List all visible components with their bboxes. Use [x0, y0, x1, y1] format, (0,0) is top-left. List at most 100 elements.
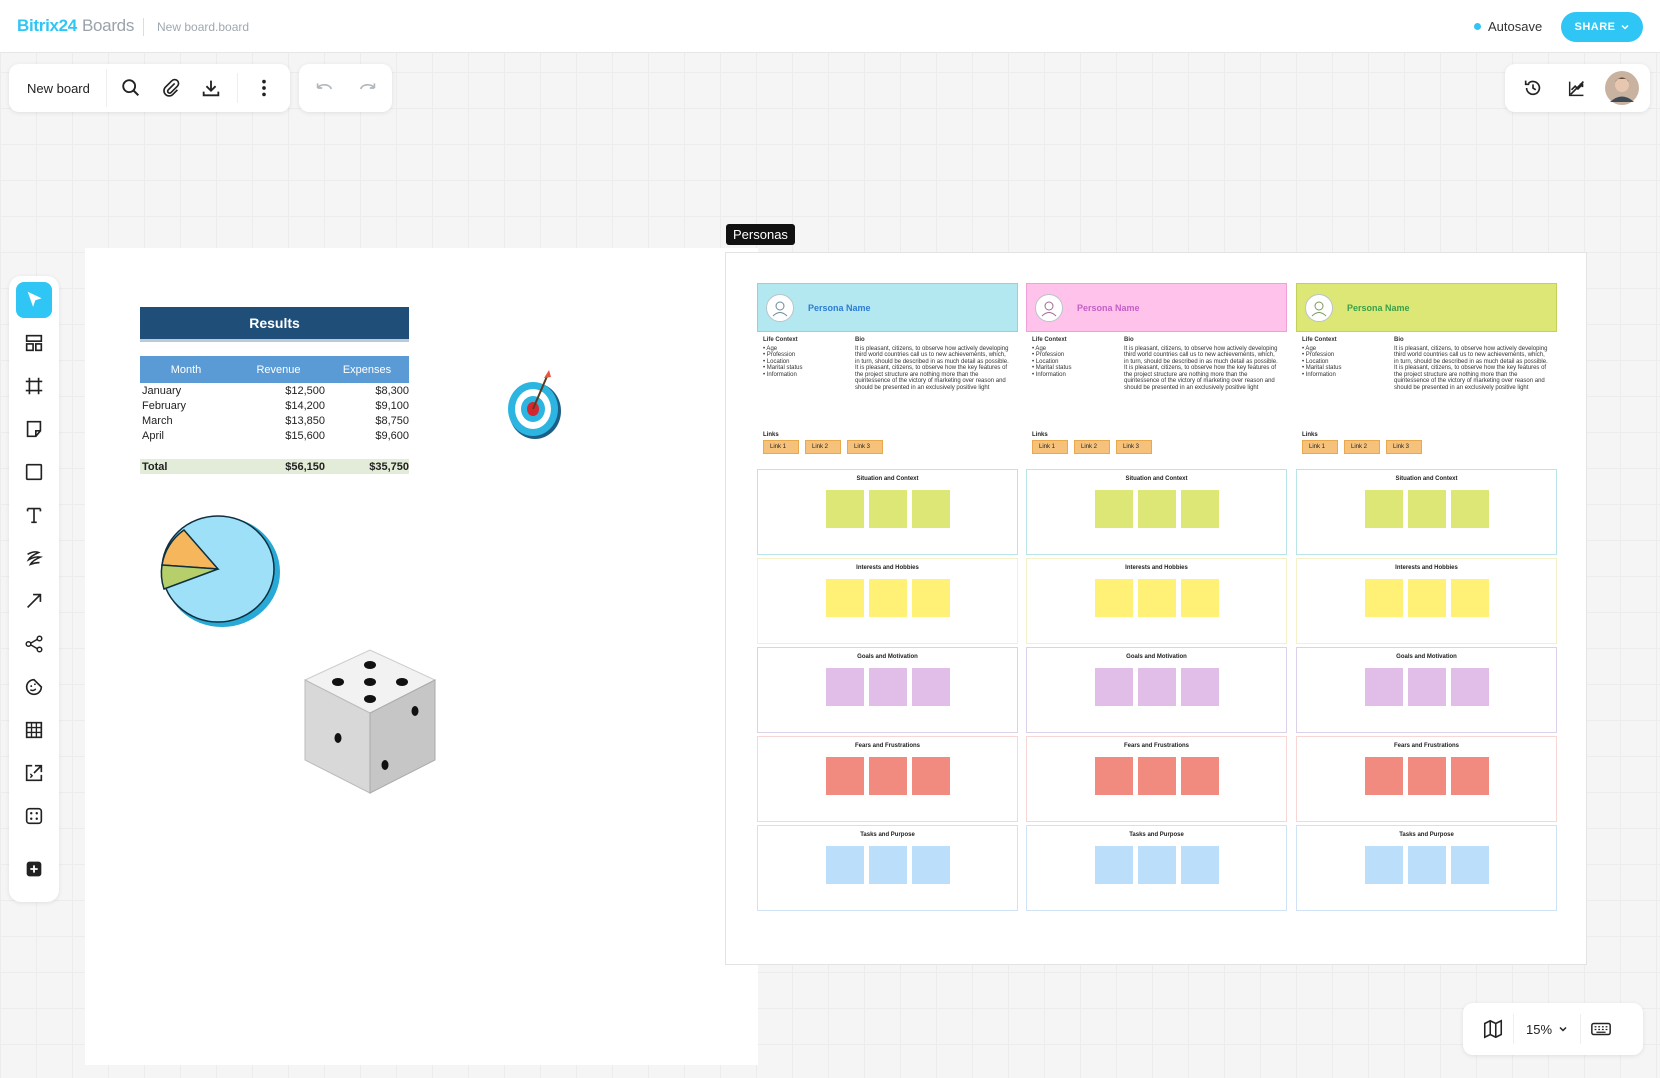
sticky-note[interactable] — [826, 757, 864, 795]
section-fears[interactable]: Fears and Frustrations — [1026, 736, 1287, 822]
section-situation[interactable]: Situation and Context — [1296, 469, 1557, 555]
redo-button[interactable] — [348, 68, 388, 108]
sticky-note[interactable] — [869, 668, 907, 706]
frame-label[interactable]: Personas — [726, 224, 795, 245]
section-goals[interactable]: Goals and Motivation — [757, 647, 1018, 733]
sticky-note[interactable] — [1451, 757, 1489, 795]
section-interests[interactable]: Interests and Hobbies — [757, 558, 1018, 644]
sticky-note[interactable] — [1138, 579, 1176, 617]
section-interests[interactable]: Interests and Hobbies — [1026, 558, 1287, 644]
sticky-note[interactable] — [826, 846, 864, 884]
sticky-note[interactable] — [1095, 846, 1133, 884]
persona-header[interactable]: Persona Name — [1296, 283, 1557, 332]
keyboard-shortcuts-button[interactable] — [1581, 1009, 1621, 1049]
sticky-note[interactable] — [912, 490, 950, 528]
pen-tool[interactable] — [16, 540, 52, 576]
text-tool[interactable] — [16, 497, 52, 533]
sticky-note[interactable] — [1138, 757, 1176, 795]
dice-tool[interactable] — [16, 798, 52, 834]
sticky-note[interactable] — [1408, 668, 1446, 706]
section-situation[interactable]: Situation and Context — [757, 469, 1018, 555]
link-chip[interactable]: Link 1 — [1302, 440, 1338, 454]
sticky-note[interactable] — [1138, 668, 1176, 706]
sticky-note[interactable] — [1451, 668, 1489, 706]
link-chip[interactable]: Link 2 — [1074, 440, 1110, 454]
sticky-note[interactable] — [1095, 757, 1133, 795]
section-goals[interactable]: Goals and Motivation — [1296, 647, 1557, 733]
sticky-note[interactable] — [1451, 579, 1489, 617]
user-avatar[interactable] — [1602, 68, 1642, 108]
sticky-note[interactable] — [869, 579, 907, 617]
sticky-note[interactable] — [1408, 579, 1446, 617]
link-chip[interactable]: Link 2 — [1344, 440, 1380, 454]
sticky-note[interactable] — [869, 490, 907, 528]
persona-header[interactable]: Persona Name — [757, 283, 1018, 332]
sticky-note[interactable] — [1138, 846, 1176, 884]
history-button[interactable] — [1513, 68, 1553, 108]
link-chip[interactable]: Link 3 — [847, 440, 883, 454]
section-tasks[interactable]: Tasks and Purpose — [1026, 825, 1287, 911]
sticky-note[interactable] — [1181, 846, 1219, 884]
sticky-note[interactable] — [1365, 668, 1403, 706]
zoom-select[interactable]: 15% — [1514, 1022, 1580, 1037]
sticky-note[interactable] — [912, 668, 950, 706]
sticky-note[interactable] — [1095, 668, 1133, 706]
undo-button[interactable] — [304, 68, 344, 108]
sticky-note[interactable] — [1181, 490, 1219, 528]
section-tasks[interactable]: Tasks and Purpose — [757, 825, 1018, 911]
link-chip[interactable]: Link 1 — [763, 440, 799, 454]
search-button[interactable] — [111, 68, 151, 108]
more-button[interactable] — [244, 68, 284, 108]
minimap-button[interactable] — [1473, 1009, 1513, 1049]
results-table[interactable]: Results Month Revenue Expenses January $1… — [140, 307, 409, 474]
pie-chart-sticker-icon[interactable] — [156, 513, 282, 631]
sticky-note-tool[interactable] — [16, 411, 52, 447]
select-tool[interactable] — [16, 282, 52, 318]
templates-tool[interactable] — [16, 325, 52, 361]
sticky-note[interactable] — [1408, 846, 1446, 884]
section-fears[interactable]: Fears and Frustrations — [757, 736, 1018, 822]
sticky-note[interactable] — [912, 579, 950, 617]
app-logo[interactable]: Bitrix24 Boards — [17, 16, 134, 36]
attach-button[interactable] — [151, 68, 191, 108]
link-chip[interactable]: Link 3 — [1116, 440, 1152, 454]
link-chip[interactable]: Link 1 — [1032, 440, 1068, 454]
share-button[interactable]: SHARE — [1561, 12, 1643, 42]
sticky-note[interactable] — [1365, 490, 1403, 528]
section-fears[interactable]: Fears and Frustrations — [1296, 736, 1557, 822]
sticky-note[interactable] — [1408, 490, 1446, 528]
sticky-note[interactable] — [869, 757, 907, 795]
sticky-note[interactable] — [1451, 490, 1489, 528]
link-chip[interactable]: Link 2 — [805, 440, 841, 454]
sticky-note[interactable] — [1095, 579, 1133, 617]
sticky-note[interactable] — [1181, 668, 1219, 706]
sticky-note[interactable] — [1365, 757, 1403, 795]
target-sticker-icon[interactable] — [503, 368, 565, 440]
sticky-note[interactable] — [1451, 846, 1489, 884]
board-name-button[interactable]: New board — [15, 69, 107, 107]
add-tool-button[interactable] — [16, 851, 52, 887]
sticky-note[interactable] — [1408, 757, 1446, 795]
hide-comments-button[interactable] — [1557, 68, 1597, 108]
sticky-note[interactable] — [912, 757, 950, 795]
section-situation[interactable]: Situation and Context — [1026, 469, 1287, 555]
sticky-note[interactable] — [912, 846, 950, 884]
sticky-note[interactable] — [1365, 579, 1403, 617]
autosave-status[interactable]: Autosave — [1474, 19, 1542, 34]
mind-map-tool[interactable] — [16, 626, 52, 662]
embed-tool[interactable] — [16, 755, 52, 791]
dice-sticker-icon[interactable] — [300, 645, 450, 795]
personas-frame[interactable]: Persona Name Life Context • Age • Profes… — [725, 252, 1587, 965]
sticky-note[interactable] — [826, 490, 864, 528]
section-goals[interactable]: Goals and Motivation — [1026, 647, 1287, 733]
download-button[interactable] — [191, 68, 231, 108]
sticky-note[interactable] — [826, 668, 864, 706]
table-tool[interactable] — [16, 712, 52, 748]
section-interests[interactable]: Interests and Hobbies — [1296, 558, 1557, 644]
sticky-note[interactable] — [1095, 490, 1133, 528]
sticky-note[interactable] — [1181, 579, 1219, 617]
link-chip[interactable]: Link 3 — [1386, 440, 1422, 454]
sticky-note[interactable] — [826, 579, 864, 617]
sticker-tool[interactable] — [16, 669, 52, 705]
section-tasks[interactable]: Tasks and Purpose — [1296, 825, 1557, 911]
